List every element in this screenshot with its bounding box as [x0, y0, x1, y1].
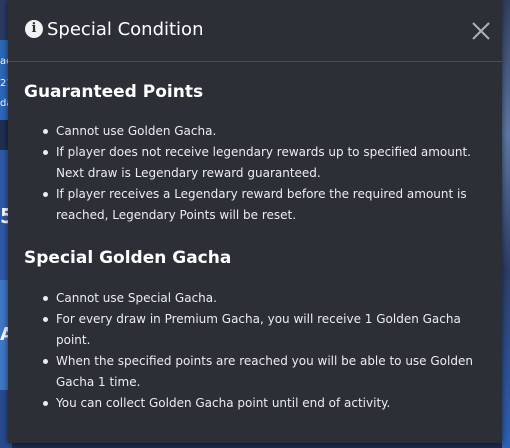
section-heading-special-golden-gacha: Special Golden Gacha [24, 248, 232, 268]
info-icon: i [25, 20, 43, 38]
special-golden-gacha-list: Cannot use Special Gacha. For every draw… [30, 288, 480, 414]
background-panel-right [502, 0, 510, 448]
list-item: If player receives a Legendary reward be… [30, 184, 480, 226]
special-condition-dialog: i Special Condition Guaranteed Points Ca… [8, 0, 502, 443]
list-item: When the specified points are reached yo… [30, 351, 480, 393]
guaranteed-points-list: Cannot use Golden Gacha. If player does … [30, 121, 480, 226]
list-item: If player does not receive legendary rew… [30, 142, 480, 184]
dialog-title: Special Condition [47, 19, 204, 40]
list-item: Cannot use Golden Gacha. [30, 121, 480, 142]
dialog-header: i Special Condition [8, 0, 502, 62]
close-icon[interactable] [470, 20, 492, 42]
list-item: Cannot use Special Gacha. [30, 288, 480, 309]
section-heading-guaranteed-points: Guaranteed Points [24, 82, 204, 102]
list-item: You can collect Golden Gacha point until… [30, 393, 480, 414]
list-item: For every draw in Premium Gacha, you wil… [30, 309, 480, 351]
